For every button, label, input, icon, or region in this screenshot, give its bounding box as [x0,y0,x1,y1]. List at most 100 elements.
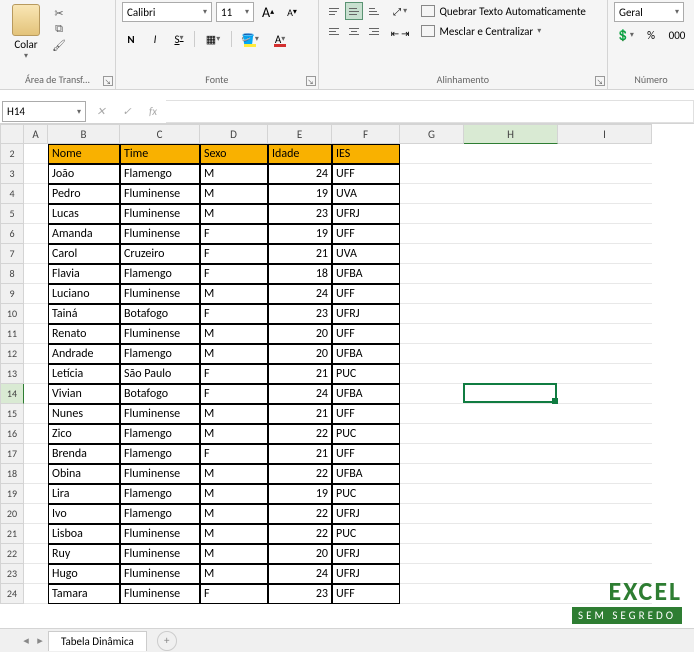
cell-E18[interactable]: 22 [268,464,332,484]
cell-H12[interactable] [464,344,558,364]
font-size-select[interactable]: 11 ▾ [216,2,254,22]
cell-B23[interactable]: Hugo [48,564,120,584]
cell-F7[interactable]: UVA [332,244,400,264]
cell-A24[interactable] [24,584,48,604]
cell-I20[interactable] [558,504,652,524]
cell-A22[interactable] [24,544,48,564]
cell-G9[interactable] [400,284,464,304]
cell-H22[interactable] [464,544,558,564]
cell-E13[interactable]: 21 [268,364,332,384]
cell-D23[interactable]: M [200,564,268,584]
cell-A20[interactable] [24,504,48,524]
cell-E16[interactable]: 22 [268,424,332,444]
cell-H4[interactable] [464,184,558,204]
cell-C11[interactable]: Fluminense [120,324,200,344]
cell-F19[interactable]: PUC [332,484,400,504]
cell-F10[interactable]: UFRJ [332,304,400,324]
cell-B4[interactable]: Pedro [48,184,120,204]
cell-I22[interactable] [558,544,652,564]
cell-B3[interactable]: João [48,164,120,184]
cell-B15[interactable]: Nunes [48,404,120,424]
row-header-10[interactable]: 10 [0,304,24,324]
decrease-indent-button[interactable]: ⇤ [391,24,399,42]
cell-A3[interactable] [24,164,48,184]
cell-F11[interactable]: UFF [332,324,400,344]
cell-G13[interactable] [400,364,464,384]
cell-F16[interactable]: PUC [332,424,400,444]
cell-C5[interactable]: Fluminense [120,204,200,224]
cell-G11[interactable] [400,324,464,344]
cell-F8[interactable]: UFBA [332,264,400,284]
cell-A23[interactable] [24,564,48,584]
cell-H18[interactable] [464,464,558,484]
cell-B20[interactable]: Ivo [48,504,120,524]
cell-D7[interactable]: F [200,244,268,264]
row-header-14[interactable]: 14 [0,384,24,404]
dialog-launcher-font[interactable]: ↘ [306,76,316,86]
cell-D3[interactable]: M [200,164,268,184]
cell-A6[interactable] [24,224,48,244]
cell-E8[interactable]: 18 [268,264,332,284]
cell-B2[interactable]: Nome [48,144,120,164]
cell-B12[interactable]: Andrade [48,344,120,364]
cell-A8[interactable] [24,264,48,284]
cell-C17[interactable]: Flamengo [120,444,200,464]
cell-E5[interactable]: 23 [268,204,332,224]
cell-D15[interactable]: M [200,404,268,424]
column-header-D[interactable]: D [200,124,268,144]
cell-D4[interactable]: M [200,184,268,204]
cell-B7[interactable]: Carol [48,244,120,264]
cell-H19[interactable] [464,484,558,504]
cell-F6[interactable]: UFF [332,224,400,244]
cell-H16[interactable] [464,424,558,444]
cell-C8[interactable]: Flamengo [120,264,200,284]
tab-prev-button[interactable]: ◂ [20,634,32,647]
borders-button[interactable]: ▦▾ [201,30,225,48]
cell-D17[interactable]: F [200,444,268,464]
cell-D19[interactable]: M [200,484,268,504]
number-format-select[interactable]: Geral ▾ [614,2,684,22]
cell-D2[interactable]: Sexo [200,144,268,164]
cell-D5[interactable]: M [200,204,268,224]
italic-button[interactable]: I [146,33,164,46]
cell-F22[interactable]: UFRJ [332,544,400,564]
cell-H17[interactable] [464,444,558,464]
formula-input[interactable] [166,100,694,123]
name-box[interactable]: H14 ▾ [2,101,86,122]
cell-E12[interactable]: 20 [268,344,332,364]
cell-C23[interactable]: Fluminense [120,564,200,584]
cell-A10[interactable] [24,304,48,324]
cell-H13[interactable] [464,364,558,384]
cell-H8[interactable] [464,264,558,284]
align-top-button[interactable] [325,2,343,20]
column-header-E[interactable]: E [268,124,332,144]
cell-I3[interactable] [558,164,652,184]
column-header-B[interactable]: B [48,124,120,144]
cell-B16[interactable]: Zico [48,424,120,444]
cell-I17[interactable] [558,444,652,464]
cell-B14[interactable]: Vivian [48,384,120,404]
cell-G10[interactable] [400,304,464,324]
cell-I14[interactable] [558,384,652,404]
cell-B18[interactable]: Obina [48,464,120,484]
cell-D12[interactable]: M [200,344,268,364]
dialog-launcher-alignment[interactable]: ↘ [595,76,605,86]
cell-E3[interactable]: 24 [268,164,332,184]
cell-G21[interactable] [400,524,464,544]
align-right-button[interactable] [365,22,383,40]
cell-D16[interactable]: M [200,424,268,444]
comma-style-button[interactable]: 000 [666,26,688,44]
underline-button[interactable]: S▾ [170,33,188,46]
cell-I2[interactable] [558,144,652,164]
percent-button[interactable]: % [640,26,662,44]
cell-F15[interactable]: UFF [332,404,400,424]
row-header-24[interactable]: 24 [0,584,24,604]
cell-A18[interactable] [24,464,48,484]
row-header-5[interactable]: 5 [0,204,24,224]
cell-E14[interactable]: 24 [268,384,332,404]
column-header-C[interactable]: C [120,124,200,144]
cell-C16[interactable]: Flamengo [120,424,200,444]
cell-I16[interactable] [558,424,652,444]
cell-G18[interactable] [400,464,464,484]
cell-H7[interactable] [464,244,558,264]
